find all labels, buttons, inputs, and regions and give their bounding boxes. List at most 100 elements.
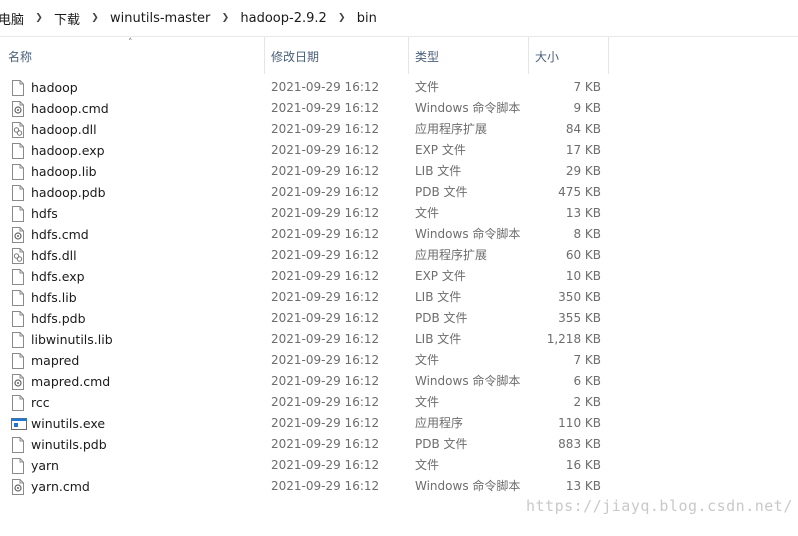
sort-ascending-icon: ˄ [128,38,133,48]
file-modified-date: 2021-09-29 16:12 [271,269,380,283]
chevron-right-icon[interactable]: ❯ [80,13,110,23]
file-modified-date: 2021-09-29 16:12 [271,185,380,199]
chevron-right-icon[interactable]: ❯ [210,13,240,23]
file-row[interactable]: hadoop.cmd 2021-09-29 16:12 Windows 命令脚本 9 … [0,98,798,119]
file-modified-date: 2021-09-29 16:12 [271,206,380,220]
file-row[interactable]: hdfs 2021-09-29 16:12 文件 13 KB [0,203,798,224]
file-icon [11,290,25,306]
column-header-size[interactable]: 大小 [528,37,609,74]
file-modified-date: 2021-09-29 16:12 [271,311,380,325]
file-type: 文件 [415,458,440,472]
file-row[interactable]: winutils.pdb 2021-09-29 16:12 PDB 文件 883 KB [0,434,798,455]
file-icon [11,269,25,285]
file-row[interactable]: hadoop.exp 2021-09-29 16:12 EXP 文件 17 KB [0,140,798,161]
breadcrumb-item-bin[interactable]: bin [357,11,377,26]
file-row[interactable]: hadoop.pdb 2021-09-29 16:12 PDB 文件 475 KB [0,182,798,203]
file-name: hadoop.exp [31,143,105,158]
column-header-date[interactable]: 修改日期 [264,37,409,74]
file-modified-date: 2021-09-29 16:12 [271,143,380,157]
file-list: hadoop 2021-09-29 16:12 文件 7 KB hadoop.cmd 20… [0,77,798,497]
file-modified-date: 2021-09-29 16:12 [271,80,380,94]
file-name: mapred.cmd [31,374,111,389]
file-size: 16 KB [565,458,601,472]
file-row[interactable]: hdfs.exp 2021-09-29 16:12 EXP 文件 10 KB [0,266,798,287]
cmd-script-icon [11,227,25,243]
file-name: hadoop.lib [31,164,97,179]
breadcrumb-item-winutils-master[interactable]: winutils-master [110,11,210,26]
file-name: hadoop.pdb [31,185,106,200]
file-name: rcc [31,395,50,410]
file-size: 883 KB [558,437,601,451]
file-row[interactable]: hdfs.dll 2021-09-29 16:12 应用程序扩展 60 KB [0,245,798,266]
file-size: 350 KB [558,290,601,304]
file-row[interactable]: hadoop.lib 2021-09-29 16:12 LIB 文件 29 KB [0,161,798,182]
file-row[interactable]: mapred 2021-09-29 16:12 文件 7 KB [0,350,798,371]
watermark-text: https://jiayq.blog.csdn.net/ [526,497,793,515]
file-icon [11,311,25,327]
file-name: hdfs.pdb [31,311,86,326]
file-row[interactable]: hdfs.lib 2021-09-29 16:12 LIB 文件 350 KB [0,287,798,308]
file-modified-date: 2021-09-29 16:12 [271,437,380,451]
breadcrumb-item-hadoop-version[interactable]: hadoop-2.9.2 [240,11,326,26]
file-modified-date: 2021-09-29 16:12 [271,353,380,367]
file-modified-date: 2021-09-29 16:12 [271,479,380,493]
file-type: PDB 文件 [415,311,468,325]
file-type: Windows 命令脚本 [415,479,521,493]
chevron-right-icon[interactable]: ❯ [327,13,357,23]
file-modified-date: 2021-09-29 16:12 [271,227,380,241]
file-type: 文件 [415,206,440,220]
file-size: 17 KB [565,143,601,157]
file-size: 84 KB [565,122,601,136]
file-type: Windows 命令脚本 [415,227,521,241]
file-type: 文件 [415,80,440,94]
file-type: Windows 命令脚本 [415,101,521,115]
column-header-name[interactable]: 名称 [0,37,265,74]
file-name: hadoop.cmd [31,101,109,116]
file-row[interactable]: yarn.cmd 2021-09-29 16:12 Windows 命令脚本 13 K… [0,476,798,497]
file-icon [11,143,25,159]
column-header-size-label: 大小 [535,50,560,64]
file-name: hadoop [31,80,78,95]
cmd-script-icon [11,479,25,495]
column-header-type[interactable]: 类型 [408,37,529,74]
file-modified-date: 2021-09-29 16:12 [271,101,380,115]
file-icon [11,437,25,453]
file-row[interactable]: yarn 2021-09-29 16:12 文件 16 KB [0,455,798,476]
file-size: 13 KB [565,206,601,220]
file-type: Windows 命令脚本 [415,374,521,388]
file-row[interactable]: winutils.exe 2021-09-29 16:12 应用程序 110 KB [0,413,798,434]
chevron-right-icon[interactable]: ❯ [24,13,54,23]
file-row[interactable]: hdfs.pdb 2021-09-29 16:12 PDB 文件 355 KB [0,308,798,329]
column-header-name-label: 名称 [8,50,33,64]
file-row[interactable]: libwinutils.lib 2021-09-29 16:12 LIB 文件 1,2… [0,329,798,350]
file-name: winutils.exe [31,416,106,431]
file-size: 355 KB [558,311,601,325]
file-row[interactable]: hdfs.cmd 2021-09-29 16:12 Windows 命令脚本 8 KB [0,224,798,245]
file-type: LIB 文件 [415,332,462,346]
file-type: PDB 文件 [415,185,468,199]
file-size: 10 KB [565,269,601,283]
file-icon [11,185,25,201]
file-row[interactable]: hadoop 2021-09-29 16:12 文件 7 KB [0,77,798,98]
file-name: hadoop.dll [31,122,97,137]
file-name: hdfs.dll [31,248,77,263]
file-row[interactable]: hadoop.dll 2021-09-29 16:12 应用程序扩展 84 KB [0,119,798,140]
file-modified-date: 2021-09-29 16:12 [271,458,380,472]
breadcrumb-item-computer[interactable]: 电脑 [0,9,24,28]
file-size: 110 KB [558,416,601,430]
file-size: 7 KB [573,353,601,367]
file-icon [11,458,25,474]
file-size: 7 KB [573,80,601,94]
file-name: hdfs.lib [31,290,77,305]
file-size: 2 KB [573,395,601,409]
breadcrumb-item-downloads[interactable]: 下载 [54,9,80,28]
file-size: 6 KB [573,374,601,388]
file-row[interactable]: rcc 2021-09-29 16:12 文件 2 KB [0,392,798,413]
file-icon [11,353,25,369]
file-type: 应用程序 [415,416,464,430]
file-type: LIB 文件 [415,164,462,178]
file-size: 1,218 KB [546,332,601,346]
file-icon [11,206,25,222]
file-name: libwinutils.lib [31,332,113,347]
file-row[interactable]: mapred.cmd 2021-09-29 16:12 Windows 命令脚本 6 … [0,371,798,392]
